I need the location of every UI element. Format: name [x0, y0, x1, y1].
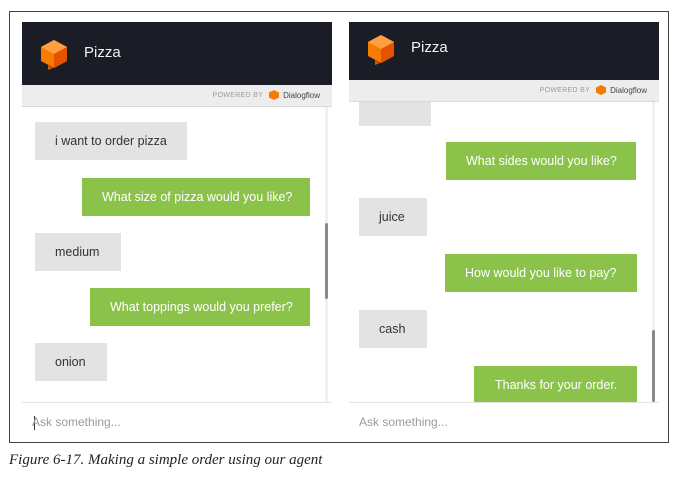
dialogflow-logo-icon [41, 40, 67, 70]
scrollbar-thumb[interactable] [652, 330, 655, 402]
user-message: cash [359, 310, 427, 348]
scrollbar-thumb[interactable] [325, 223, 328, 299]
ask-input[interactable] [32, 412, 312, 432]
dialogflow-small-icon [596, 85, 607, 95]
user-message: i want to order pizza [35, 122, 187, 160]
message-list[interactable]: What sides would you like? juice How wou… [349, 102, 659, 402]
powered-by-label: POWERED BY [212, 91, 264, 99]
agent-title: Pizza [84, 44, 121, 61]
agent-message: What toppings would you prefer? [90, 288, 310, 326]
chat-header: Pizza [22, 22, 332, 85]
dialogflow-brand[interactable]: Dialogflow [283, 91, 320, 100]
agent-message: What size of pizza would you like? [82, 178, 310, 216]
agent-message: Thanks for your order. [474, 366, 637, 402]
powered-by-bar: POWERED BY Dialogflow [349, 80, 659, 102]
ask-input[interactable] [359, 412, 639, 432]
agent-title: Pizza [411, 39, 448, 56]
dialogflow-small-icon [269, 90, 280, 100]
user-message: onion [35, 343, 107, 381]
agent-message: What sides would you like? [446, 142, 636, 180]
chat-widget-right: Pizza POWERED BY Dialogflow What sides w… [349, 22, 659, 437]
dialogflow-brand[interactable]: Dialogflow [610, 86, 647, 95]
dialogflow-logo-icon [368, 35, 394, 65]
user-message: juice [359, 198, 427, 236]
figure-caption: Figure 6-17. Making a simple order using… [9, 452, 323, 468]
chat-widget-left: Pizza POWERED BY Dialogflow i want to or… [22, 22, 332, 437]
chat-header: Pizza [349, 22, 659, 80]
user-message: medium [35, 233, 121, 271]
user-message-partial [359, 102, 431, 126]
input-area [349, 402, 659, 437]
message-list[interactable]: i want to order pizza What size of pizza… [22, 107, 332, 402]
input-area [22, 402, 332, 437]
powered-by-bar: POWERED BY Dialogflow [22, 85, 332, 107]
powered-by-label: POWERED BY [539, 86, 591, 94]
figure-frame: Pizza POWERED BY Dialogflow i want to or… [9, 11, 669, 443]
agent-message: How would you like to pay? [445, 254, 637, 292]
